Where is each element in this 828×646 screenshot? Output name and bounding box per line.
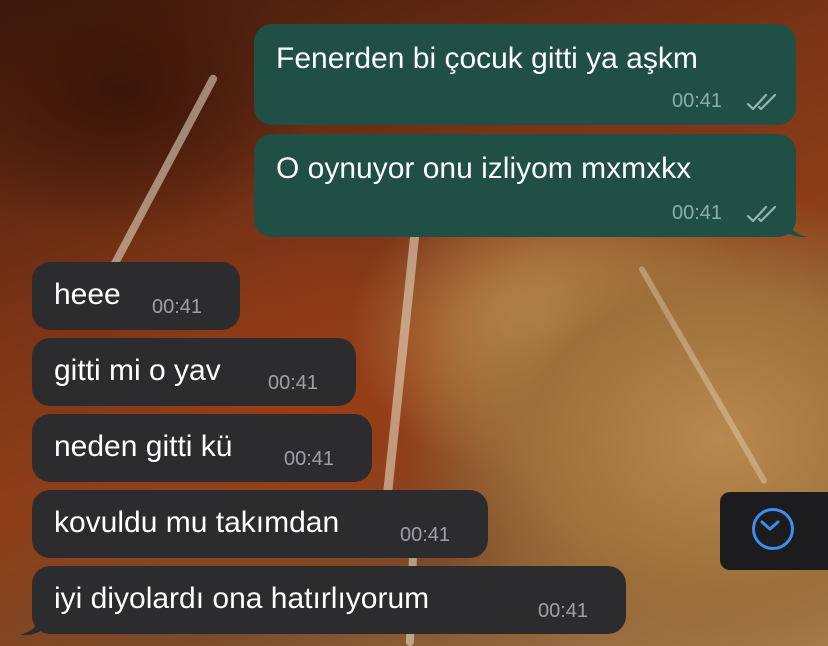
- chevron-down-icon: [760, 520, 780, 531]
- message-time: 00:41: [152, 296, 203, 318]
- message-text: iyi diyolardı ona hatırlıyorum: [54, 582, 430, 615]
- message-time: 00:41: [268, 372, 319, 394]
- incoming-message[interactable]: gitti mi o yav 00:41: [32, 338, 356, 406]
- bubble-tail: [786, 216, 808, 238]
- message-text: gitti mi o yav: [54, 354, 221, 387]
- bubble-tail: [20, 614, 42, 636]
- outgoing-message[interactable]: O oynuyor onu izliyom mxmxkx 00:41: [254, 134, 796, 237]
- incoming-message[interactable]: iyi diyolardı ona hatırlıyorum 00:41: [32, 566, 626, 634]
- message-time: 00:41: [672, 202, 723, 224]
- message-time: 00:41: [672, 90, 723, 112]
- message-text: Fenerden bi çocuk gitti ya aşkm: [276, 42, 698, 75]
- message-time: 00:41: [400, 524, 451, 546]
- message-text: neden gitti kü: [54, 430, 233, 463]
- double-check-icon: [746, 93, 777, 111]
- message-text: kovuldu mu takımdan: [54, 506, 340, 539]
- outgoing-message[interactable]: Fenerden bi çocuk gitti ya aşkm 00:41: [254, 24, 796, 125]
- message-time: 00:41: [284, 448, 335, 470]
- incoming-message[interactable]: kovuldu mu takımdan 00:41: [32, 490, 488, 558]
- scroll-to-bottom-button[interactable]: [720, 492, 828, 570]
- incoming-message[interactable]: neden gitti kü 00:41: [32, 414, 372, 482]
- message-text: heee: [54, 278, 121, 311]
- message-time: 00:41: [538, 600, 589, 622]
- double-check-icon: [746, 205, 777, 223]
- incoming-message[interactable]: heee 00:41: [32, 262, 240, 330]
- message-text: O oynuyor onu izliyom mxmxkx: [276, 152, 692, 185]
